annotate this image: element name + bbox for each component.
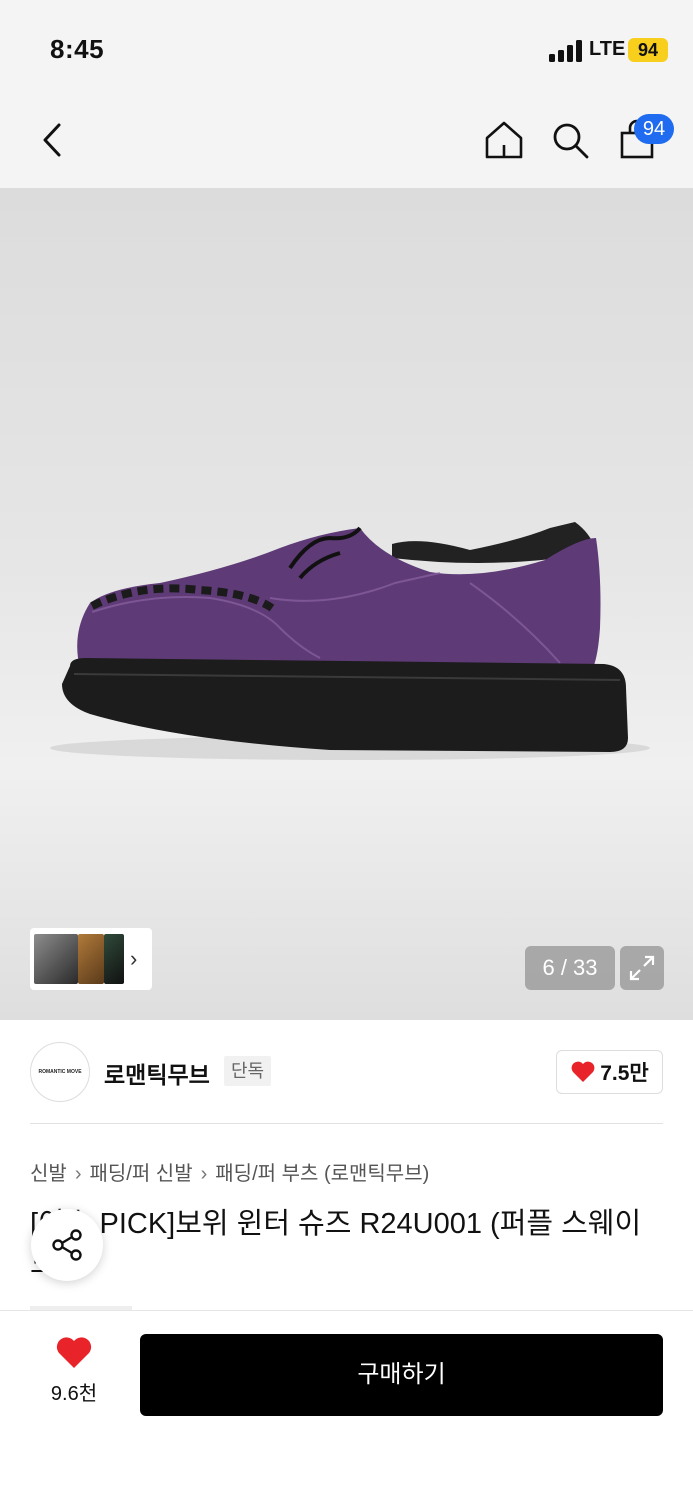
network-type: LTE [589,38,626,60]
buy-button[interactable]: 구매하기 [140,1334,663,1416]
breadcrumb: 신발 › 패딩/퍼 신발 › 패딩/퍼 부츠 (로맨틱무브) [30,1157,429,1186]
heart-icon [571,1061,595,1082]
share-icon [52,1229,82,1261]
home-icon [485,121,523,159]
chevron-right-icon: › [200,1163,208,1185]
bottom-action-bar: 9.6천 구매하기 [0,1310,693,1500]
brand-like-button[interactable]: 7.5만 [556,1050,663,1094]
expand-icon [629,955,655,981]
breadcrumb-item[interactable]: 신발 [30,1163,67,1185]
back-button[interactable] [26,114,78,166]
brand-like-count: 7.5만 [600,1062,649,1085]
battery-indicator: 94 [628,38,668,62]
search-button[interactable] [544,114,596,166]
exclusive-badge: 단독 [224,1056,272,1086]
thumbnail-image [78,934,104,984]
divider [30,1123,663,1124]
chevron-right-icon: › [74,1163,82,1185]
search-icon [553,123,589,159]
chevron-right-icon: › [130,946,138,971]
share-button[interactable] [31,1209,103,1281]
breadcrumb-item[interactable]: 패딩/퍼 부츠 (로맨틱무브) [215,1163,429,1185]
brand-logo-text: ROMANTIC MOVE [38,1069,82,1075]
thumbnail-image [34,934,78,984]
signal-icon [549,40,582,62]
product-photo [50,522,650,760]
thumbnail-strip[interactable]: › [30,928,152,990]
product-image-gallery[interactable]: › 6 / 33 [0,188,693,1020]
status-bar: 8:45 LTE 94 [0,0,693,92]
status-time: 8:45 [50,34,105,64]
brand-name[interactable]: 로맨틱무브 [104,1056,210,1090]
heart-icon [56,1337,92,1368]
brand-logo[interactable]: ROMANTIC MOVE [30,1042,90,1102]
home-button[interactable] [478,114,530,166]
fullscreen-button[interactable] [620,946,664,990]
cart-count-badge: 94 [634,114,674,144]
chevron-left-icon [43,123,61,157]
thumbnail-image [104,934,124,984]
brand-row: ROMANTIC MOVE 로맨틱무브 단독 7.5만 [0,1020,693,1124]
wishlist-button[interactable]: 9.6천 [30,1335,118,1415]
product-title: [이수 PICK]보위 윈터 슈즈 R24U001 (퍼플 스웨이드) [30,1208,642,1280]
image-counter: 6 / 33 [525,946,615,990]
top-nav-bar [0,92,693,188]
wishlist-count: 9.6천 [50,1383,98,1405]
breadcrumb-item[interactable]: 패딩/퍼 신발 [89,1163,192,1185]
